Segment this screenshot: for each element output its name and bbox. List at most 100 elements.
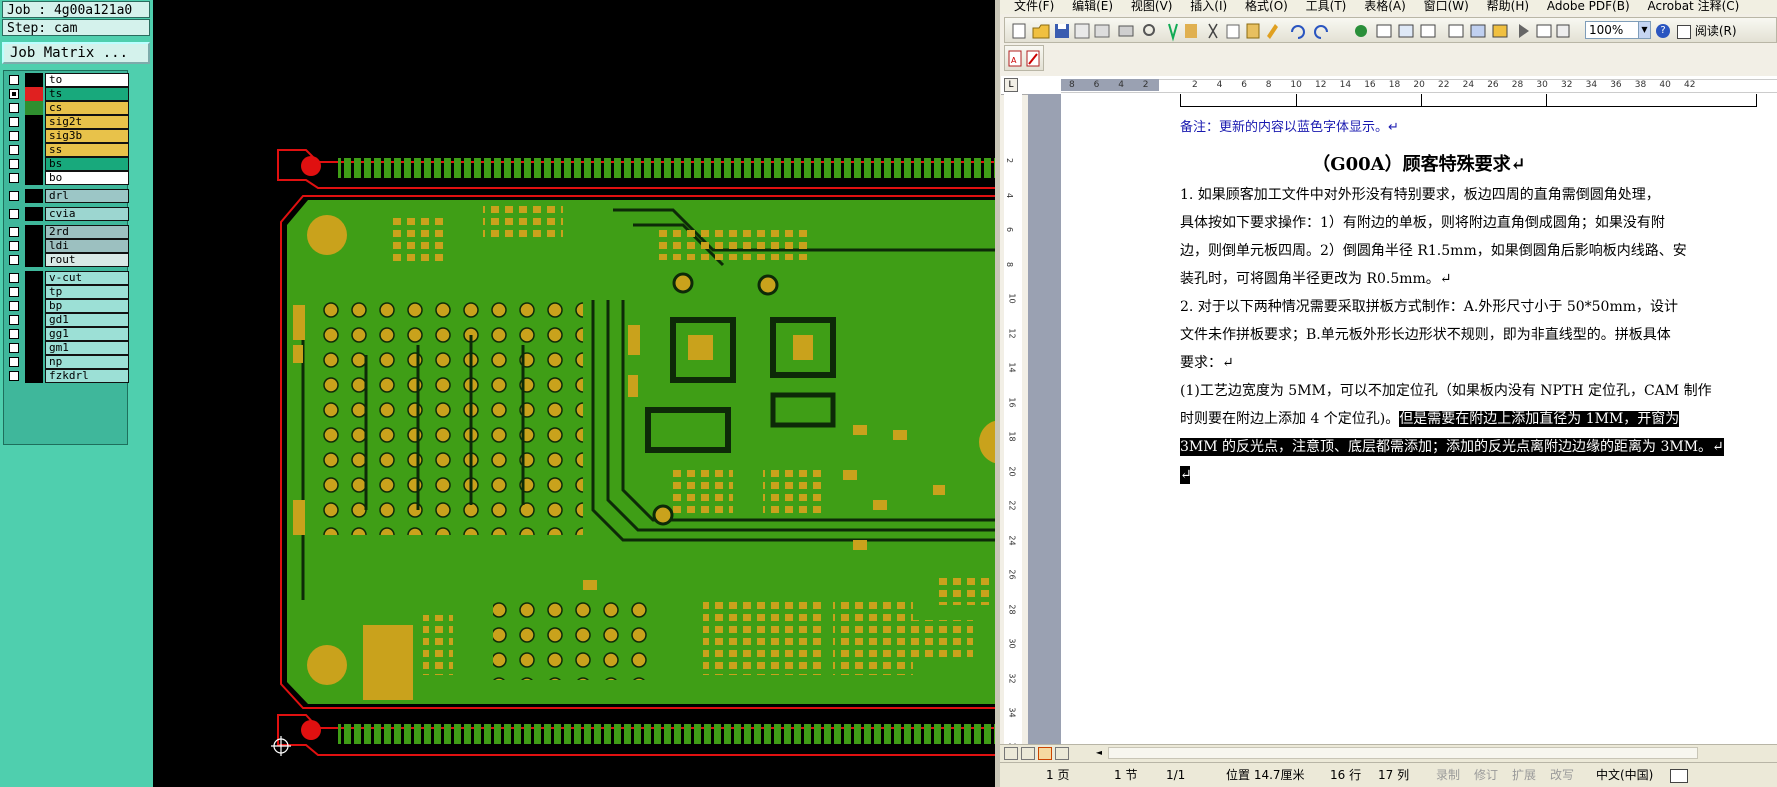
layer-color-swatch[interactable] — [25, 207, 43, 221]
layer-checkbox[interactable] — [9, 241, 19, 251]
layer-checkbox[interactable] — [9, 209, 19, 219]
layer-name[interactable]: drl — [45, 189, 129, 203]
menu-format[interactable]: 格式(O) — [1245, 0, 1288, 13]
layer-row-gm1[interactable]: gm1 — [7, 341, 129, 355]
layer-checkbox[interactable] — [9, 173, 19, 183]
spelling-icon[interactable] — [1670, 769, 1688, 783]
menu-acrobat-comment[interactable]: Acrobat 注释(C) — [1647, 0, 1739, 13]
layer-row-drl[interactable]: drl — [7, 189, 129, 203]
layer-checkbox[interactable] — [9, 273, 19, 283]
status-overtype[interactable]: 改写 — [1550, 763, 1574, 787]
layer-color-swatch[interactable] — [25, 355, 43, 369]
layer-row-ts[interactable]: ts — [7, 87, 129, 101]
layer-color-swatch[interactable] — [25, 129, 43, 143]
scrollbar-track[interactable] — [1108, 747, 1698, 759]
layer-row-fzkdrl[interactable]: fzkdrl — [7, 369, 129, 383]
layer-color-swatch[interactable] — [25, 189, 43, 203]
layer-row-v-cut[interactable]: v-cut — [7, 271, 129, 285]
layer-name[interactable]: v-cut — [45, 271, 129, 285]
layer-checkbox[interactable] — [9, 255, 19, 265]
layer-checkbox[interactable] — [9, 131, 19, 141]
layer-name[interactable]: fzkdrl — [45, 369, 129, 383]
layer-checkbox[interactable] — [9, 159, 19, 169]
menu-view[interactable]: 视图(V) — [1131, 0, 1173, 13]
layer-name[interactable]: 2rd — [45, 225, 129, 239]
layer-name[interactable]: cvia — [45, 207, 129, 221]
layer-name[interactable]: np — [45, 355, 129, 369]
layer-color-swatch[interactable] — [25, 143, 43, 157]
layer-row-np[interactable]: np — [7, 355, 129, 369]
menu-tools[interactable]: 工具(T) — [1306, 0, 1347, 13]
tab-stop-icon[interactable]: L — [1004, 78, 1018, 92]
layer-checkbox[interactable] — [9, 329, 19, 339]
chevron-down-icon[interactable]: ▼ — [1638, 21, 1651, 39]
menu-table[interactable]: 表格(A) — [1364, 0, 1406, 13]
zoom-combo[interactable]: 100% — [1585, 21, 1643, 39]
layer-row-rout[interactable]: rout — [7, 253, 129, 267]
layer-row-sig2t[interactable]: sig2t — [7, 115, 129, 129]
layer-color-swatch[interactable] — [25, 157, 43, 171]
layer-name[interactable]: to — [45, 73, 129, 87]
menu-help[interactable]: 帮助(H) — [1487, 0, 1529, 13]
layer-checkbox[interactable] — [9, 75, 19, 85]
layer-row-tp[interactable]: tp — [7, 285, 129, 299]
layer-name[interactable]: bp — [45, 299, 129, 313]
layer-color-swatch[interactable] — [25, 101, 43, 115]
layer-checkbox[interactable] — [9, 343, 19, 353]
layer-color-swatch[interactable] — [25, 73, 43, 87]
layer-color-swatch[interactable] — [25, 253, 43, 267]
layer-row-bs[interactable]: bs — [7, 157, 129, 171]
layer-checkbox[interactable] — [9, 103, 19, 113]
layer-name[interactable]: sig3b — [45, 129, 129, 143]
layer-checkbox[interactable] — [9, 371, 19, 381]
pcb-graphic-view[interactable] — [153, 0, 1000, 787]
layer-color-swatch[interactable] — [25, 115, 43, 129]
layer-color-swatch[interactable] — [25, 171, 43, 185]
layer-color-swatch[interactable] — [25, 225, 43, 239]
layer-row-ss[interactable]: ss — [7, 143, 129, 157]
layer-checkbox[interactable] — [9, 191, 19, 201]
menu-adobe-pdf[interactable]: Adobe PDF(B) — [1547, 0, 1630, 13]
layer-name[interactable]: sig2t — [45, 115, 129, 129]
layer-row-ldi[interactable]: ldi — [7, 239, 129, 253]
layer-row-bo[interactable]: bo — [7, 171, 129, 185]
layer-name[interactable]: ts — [45, 87, 129, 101]
menu-window[interactable]: 窗口(W) — [1424, 0, 1469, 13]
layer-checkbox[interactable] — [9, 357, 19, 367]
layer-checkbox[interactable] — [9, 315, 19, 325]
status-track[interactable]: 修订 — [1474, 763, 1498, 787]
layer-row-gd1[interactable]: gd1 — [7, 313, 129, 327]
menu-edit[interactable]: 编辑(E) — [1072, 0, 1113, 13]
layer-color-swatch[interactable] — [25, 313, 43, 327]
layer-checkbox[interactable] — [9, 145, 19, 155]
layer-row-to[interactable]: to — [7, 73, 129, 87]
layer-color-swatch[interactable] — [25, 87, 43, 101]
layer-color-swatch[interactable] — [25, 239, 43, 253]
layer-row-2rd[interactable]: 2rd — [7, 225, 129, 239]
layer-name[interactable]: ss — [45, 143, 129, 157]
layer-name[interactable]: cs — [45, 101, 129, 115]
layer-name[interactable]: ldi — [45, 239, 129, 253]
layer-color-swatch[interactable] — [25, 327, 43, 341]
layer-color-swatch[interactable] — [25, 271, 43, 285]
layer-checkbox[interactable] — [9, 117, 19, 127]
layer-row-sig3b[interactable]: sig3b — [7, 129, 129, 143]
layer-checkbox[interactable] — [9, 89, 19, 99]
layer-name[interactable]: gd1 — [45, 313, 129, 327]
status-record[interactable]: 录制 — [1436, 763, 1460, 787]
layer-color-swatch[interactable] — [25, 285, 43, 299]
horizontal-ruler[interactable]: L 8 6 4 2 2 4 6 8 10 12 14 16 18 20 22 24 26 28 30 32 34 36 38… — [1001, 76, 1777, 95]
layer-name[interactable]: tp — [45, 285, 129, 299]
layer-row-gg1[interactable]: gg1 — [7, 327, 129, 341]
layer-color-swatch[interactable] — [25, 369, 43, 383]
layer-checkbox[interactable] — [9, 301, 19, 311]
status-extend[interactable]: 扩展 — [1512, 763, 1536, 787]
menu-insert[interactable]: 插入(I) — [1190, 0, 1227, 13]
layer-name[interactable]: gm1 — [45, 341, 129, 355]
layer-name[interactable]: gg1 — [45, 327, 129, 341]
document-page[interactable]: 备注：更新的内容以蓝色字体显示。↵ （G00A）顾客特殊要求↵ 1. 如果顾客加… — [1061, 94, 1777, 744]
job-matrix-button[interactable]: Job Matrix ... — [2, 42, 150, 64]
layer-name[interactable]: bo — [45, 171, 129, 185]
layer-row-cs[interactable]: cs — [7, 101, 129, 115]
layer-name[interactable]: bs — [45, 157, 129, 171]
